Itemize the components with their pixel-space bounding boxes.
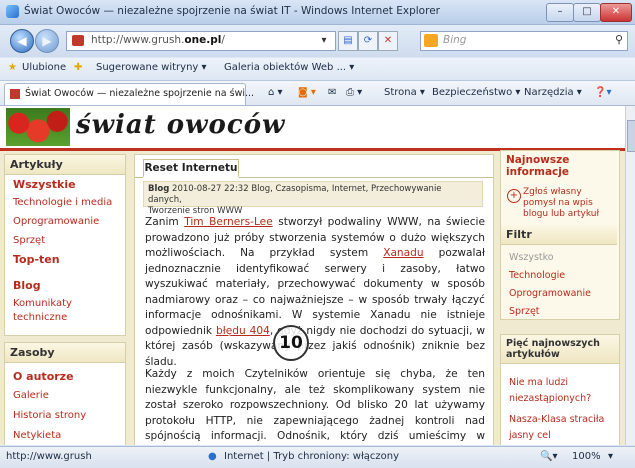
- navigation-bar: ◀ ▶ http://www.grush.one.pl/ ▾ ▤ ⟳ ✕ Bin…: [0, 25, 635, 57]
- sidebar-link-announcements-2[interactable]: techniczne: [13, 312, 67, 323]
- print-icon[interactable]: ⎙ ▾: [346, 87, 362, 98]
- sidebar-link-history[interactable]: Historia strony: [13, 410, 86, 421]
- refresh-icon[interactable]: ⟳: [358, 31, 378, 51]
- zoom-dropdown-icon[interactable]: ▾: [608, 451, 613, 462]
- status-url: http://www.grush: [6, 451, 92, 462]
- site-title[interactable]: świat owoców: [76, 110, 285, 140]
- news-box: Najnowsze informacje + Zgłoś własny pomy…: [500, 150, 620, 320]
- scrollbar-thumb[interactable]: [627, 120, 635, 152]
- forward-icon[interactable]: ▶: [35, 29, 59, 53]
- favorites-button[interactable]: Ulubione: [22, 62, 66, 73]
- bing-logo-icon: [424, 34, 438, 47]
- title-bar: Świat Owoców — niezależne spojrzenie na …: [0, 0, 635, 25]
- back-icon[interactable]: ◀: [10, 29, 34, 53]
- globe-icon: ●: [208, 451, 217, 462]
- filter-hardware[interactable]: Sprzęt: [509, 305, 540, 319]
- tab-label: Świat Owoców — niezależne spojrzenie na …: [25, 88, 255, 99]
- zoom-level[interactable]: 100%: [572, 451, 601, 462]
- address-dropdown-icon[interactable]: ▾: [318, 32, 330, 50]
- articles-heading: Artykuły: [5, 155, 125, 175]
- article-paragraph-1: Zanim Tim Berners-Lee stworzył podwaliny…: [145, 216, 486, 368]
- feeds-icon[interactable]: ◙ ▾: [298, 87, 316, 98]
- latest-heading: Pięć najnowszych artykułów: [501, 335, 619, 364]
- article-tab[interactable]: Reset Internetu: [143, 159, 239, 178]
- favorites-item-suggested[interactable]: Sugerowane witryny ▾: [96, 62, 207, 73]
- sidebar-link-netiquette[interactable]: Netykieta: [13, 430, 61, 441]
- mail-icon[interactable]: ✉: [328, 87, 336, 98]
- sidebar-link-top-ten[interactable]: Top-ten: [13, 253, 60, 266]
- link-xanadu[interactable]: Xanadu: [383, 247, 423, 259]
- close-button[interactable]: ✕: [600, 3, 632, 22]
- home-icon[interactable]: ⌂ ▾: [268, 87, 283, 98]
- sidebar-link-all[interactable]: Wszystkie: [13, 178, 76, 191]
- articles-box: Artykuły Wszystkie Technologie i media O…: [4, 154, 126, 336]
- add-favorite-icon[interactable]: ✚: [74, 62, 82, 73]
- security-menu[interactable]: Bezpieczeństwo ▾: [432, 87, 520, 98]
- tab-current[interactable]: Świat Owoców — niezależne spojrzenie na …: [4, 83, 254, 105]
- add-idea-icon[interactable]: +: [507, 189, 521, 203]
- web-page: świat owoców Artykuły Wszystkie Technolo…: [0, 106, 625, 445]
- maximize-button[interactable]: □: [573, 3, 601, 22]
- page-menu[interactable]: Strona ▾: [384, 87, 425, 98]
- callout-badge: 10: [273, 325, 309, 361]
- latest-article-1[interactable]: Nie ma ludzi niezastąpionych?: [509, 375, 613, 407]
- filter-technology[interactable]: Technologie: [509, 269, 565, 283]
- favorites-bar: ★ Ulubione ✚ Sugerowane witryny ▾ Galeri…: [0, 58, 635, 81]
- resources-box: Zasoby O autorze Galerie Historia strony…: [4, 342, 126, 445]
- sidebar-link-technology[interactable]: Technologie i media: [13, 197, 112, 208]
- link-error-404[interactable]: błędu 404: [216, 325, 270, 337]
- help-icon[interactable]: ❓▾: [594, 87, 611, 98]
- article-panel: Reset Internetu Blog 2010-08-27 22:32 Bl…: [134, 154, 494, 445]
- sidebar-link-galleries[interactable]: Galerie: [13, 390, 49, 401]
- tools-menu[interactable]: Narzędzia ▾: [524, 87, 582, 98]
- article-paragraph-2: Każdy z moich Czytelników orientuje się …: [145, 368, 485, 442]
- latest-article-2[interactable]: Nasza-Klasa straciła jasny cel: [509, 412, 613, 444]
- sidebar-link-author[interactable]: O autorze: [13, 370, 74, 383]
- window-title: Świat Owoców — niezależne spojrzenie na …: [24, 5, 440, 17]
- sidebar-link-software[interactable]: Oprogramowanie: [13, 216, 99, 227]
- minimize-button[interactable]: –: [546, 3, 574, 22]
- filter-software[interactable]: Oprogramowanie: [509, 287, 591, 301]
- search-input[interactable]: Bing ⚲: [420, 31, 628, 51]
- sidebar-link-blog[interactable]: Blog: [13, 279, 41, 292]
- security-zone[interactable]: Internet | Tryb chroniony: włączony: [224, 451, 399, 462]
- report-idea-link[interactable]: Zgłoś własny pomysł na wpis blogu lub ar…: [523, 187, 615, 220]
- resources-heading: Zasoby: [5, 343, 125, 363]
- address-bar[interactable]: http://www.grush.one.pl/: [66, 31, 336, 51]
- latest-articles-box: Pięć najnowszych artykułów Nie ma ludzi …: [500, 334, 620, 445]
- article-meta: Blog 2010-08-27 22:32 Blog, Czasopisma, …: [143, 181, 483, 216]
- sidebar-link-announcements[interactable]: Komunikaty: [13, 298, 72, 309]
- search-placeholder: Bing: [443, 34, 467, 46]
- ie-logo-icon: [6, 5, 19, 18]
- sidebar-link-hardware[interactable]: Sprzęt: [13, 235, 45, 246]
- news-heading: Najnowsze informacje: [506, 154, 570, 178]
- strawberries-logo-icon: [6, 108, 70, 146]
- filter-heading: Filtr: [501, 225, 617, 245]
- site-favicon-icon: [72, 35, 84, 46]
- search-icon[interactable]: ⚲: [615, 33, 623, 46]
- stop-icon[interactable]: ✕: [378, 31, 398, 51]
- status-bar: http://www.grush ● Internet | Tryb chron…: [0, 446, 635, 468]
- link-tim-berners-lee[interactable]: Tim Berners-Lee: [184, 216, 273, 228]
- address-url: http://www.grush.one.pl/: [91, 34, 225, 46]
- favorites-star-icon[interactable]: ★: [8, 62, 17, 73]
- tab-favicon-icon: [10, 89, 20, 99]
- vertical-scrollbar[interactable]: [625, 106, 635, 445]
- filter-all[interactable]: Wszystko: [509, 251, 554, 265]
- command-bar: Świat Owoców — niezależne spojrzenie na …: [0, 81, 635, 106]
- favorites-item-gallery[interactable]: Galeria obiektów Web ... ▾: [224, 62, 354, 73]
- site-header: świat owoców: [0, 106, 625, 148]
- zoom-icon[interactable]: 🔍▾: [540, 451, 557, 462]
- compatibility-view-icon[interactable]: ▤: [338, 31, 358, 51]
